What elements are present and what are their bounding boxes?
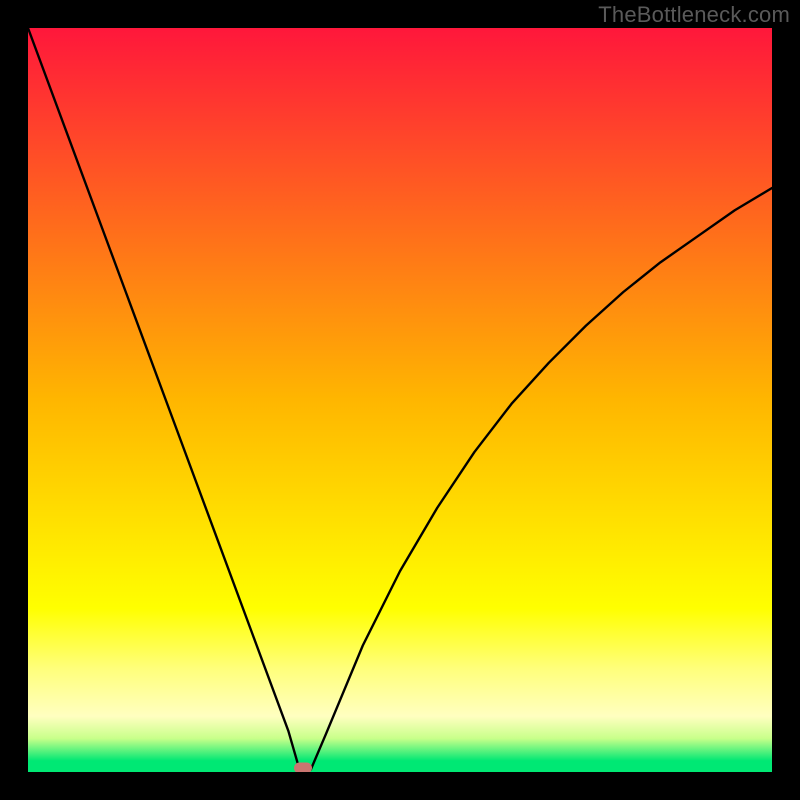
watermark-text: TheBottleneck.com	[598, 2, 790, 28]
bottleneck-curve	[28, 28, 772, 772]
plot-area	[28, 28, 772, 772]
optimum-marker	[294, 762, 312, 772]
chart-frame: TheBottleneck.com	[0, 0, 800, 800]
